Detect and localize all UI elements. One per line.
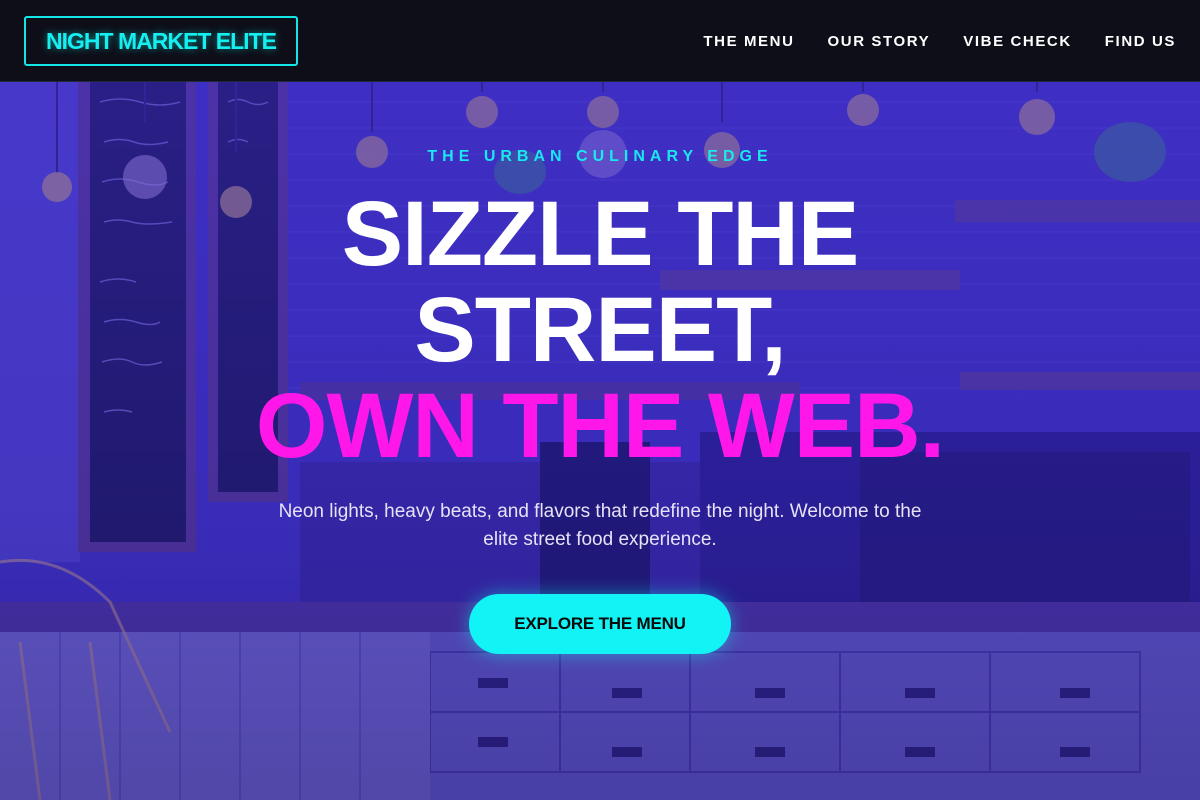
hero-headline: SIZZLE THE STREET, OWN THE WEB. (0, 186, 1200, 474)
nav-item-vibe-check[interactable]: VIBE CHECK (963, 33, 1072, 50)
headline-line-2: STREET, (414, 279, 786, 381)
main-nav: THE MENU OUR STORY VIBE CHECK FIND US (703, 0, 1176, 82)
explore-menu-button[interactable]: EXPLORE THE MENU (469, 594, 731, 654)
site-header: NIGHT MARKET ELITE THE MENU OUR STORY VI… (0, 0, 1200, 82)
brand-logo[interactable]: NIGHT MARKET ELITE (24, 16, 298, 66)
nav-item-menu[interactable]: THE MENU (703, 33, 794, 50)
brand-logo-text: NIGHT MARKET ELITE (46, 27, 277, 54)
nav-item-our-story[interactable]: OUR STORY (828, 33, 931, 50)
headline-accent: OWN THE WEB. (255, 375, 945, 477)
headline-line-1: SIZZLE THE (341, 183, 859, 285)
hero-eyebrow: THE URBAN CULINARY EDGE (427, 148, 773, 165)
nav-item-find-us[interactable]: FIND US (1105, 33, 1176, 50)
hero-subtitle: Neon lights, heavy beats, and flavors th… (278, 501, 922, 550)
